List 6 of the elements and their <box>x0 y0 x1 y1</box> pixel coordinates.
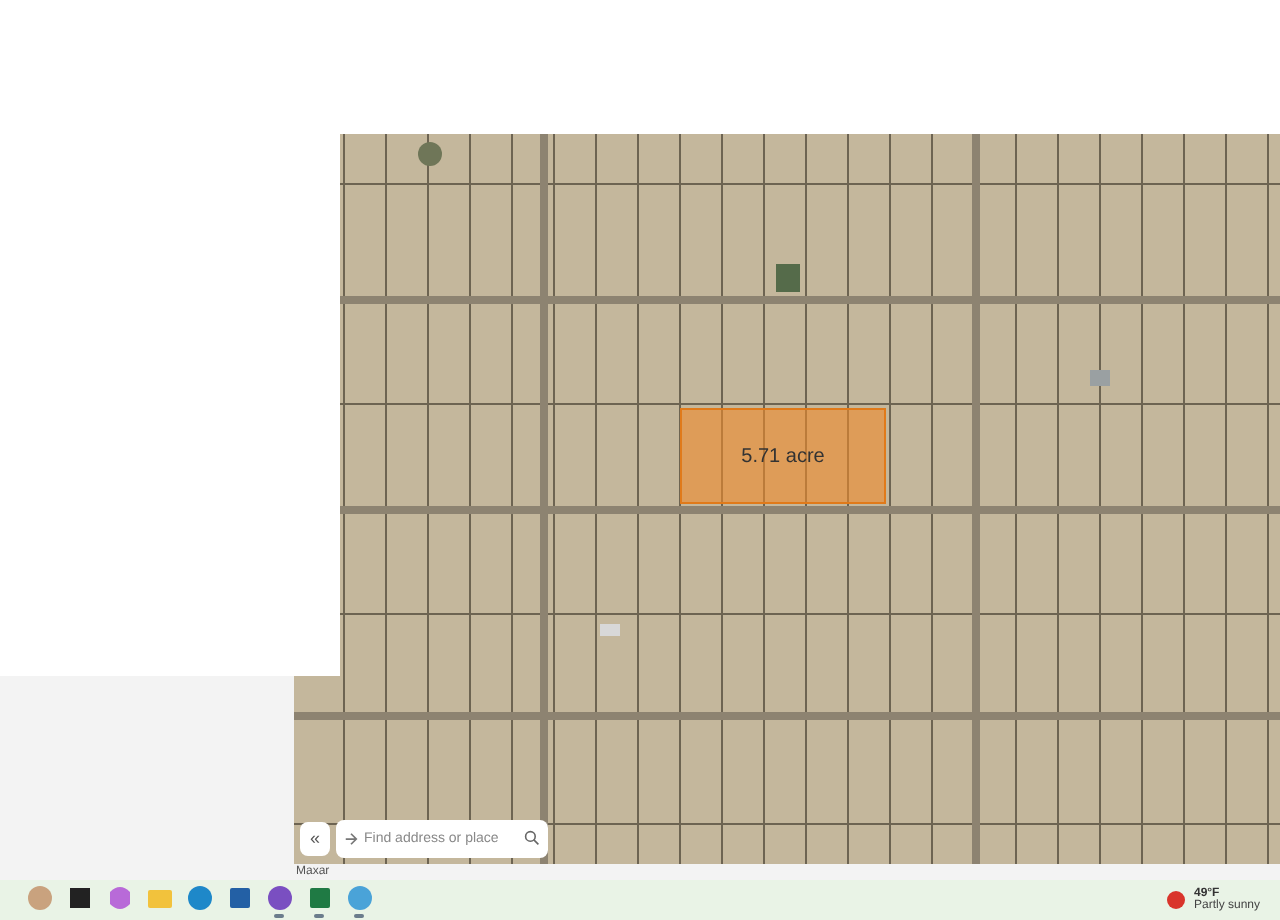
collapse-button[interactable]: « <box>300 822 330 856</box>
arrow-icon <box>344 832 358 846</box>
search-icon[interactable] <box>524 830 540 846</box>
weather-icon[interactable] <box>1165 890 1186 910</box>
acreage-label: 5.71 acre <box>741 443 825 471</box>
parcel-overlay[interactable]: 5.71 acre <box>680 408 886 504</box>
